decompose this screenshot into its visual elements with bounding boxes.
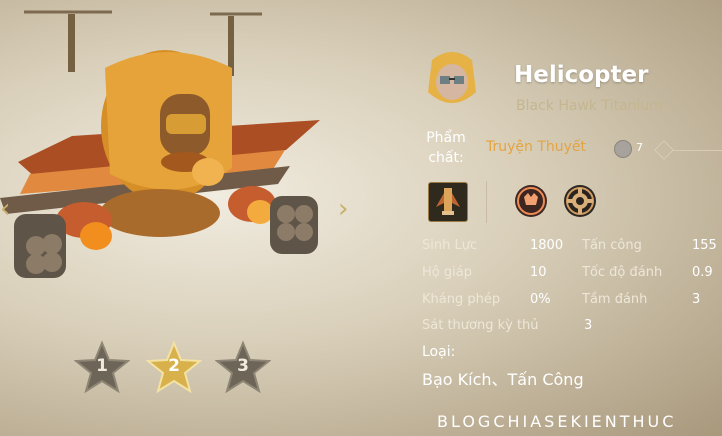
decorative-line (673, 150, 722, 151)
star-label: 3 (237, 356, 249, 376)
quality-count: 7 (636, 141, 643, 154)
type-label: Loại: (422, 344, 456, 360)
stat-label-hp: Sinh Lực (422, 238, 478, 253)
star-level-1[interactable]: 1 (73, 340, 131, 394)
quality-value: Truyện Thuyết (486, 139, 587, 155)
gear-icon (566, 187, 594, 215)
stat-label-range: Tầm đánh (582, 292, 648, 307)
stat-label-attack: Tấn công (582, 238, 642, 253)
stat-label-crit: Sát thương kỳ thủ (422, 318, 539, 333)
fox-icon (517, 187, 545, 215)
stat-value-range: 3 (692, 292, 701, 307)
hero-avatar (424, 48, 480, 112)
star-level-2[interactable]: 2 (145, 340, 203, 394)
skill-divider (486, 181, 487, 223)
quality-label: Phẩm chất: (426, 130, 466, 166)
stat-label-attack-speed: Tốc độ đánh (582, 265, 663, 280)
quality-badge-icon (614, 140, 632, 158)
watermark: BLOGCHIASEKIENTHUC (437, 412, 677, 431)
stat-value-magic-resist: 0% (530, 292, 551, 307)
star-level-3[interactable]: 3 (214, 340, 272, 394)
stat-value-armor: 10 (530, 265, 547, 280)
diamond-icon (654, 140, 674, 160)
helicopter-model-viewer: ‹ › 1 2 3 (0, 0, 400, 436)
stat-label-magic-resist: Kháng phép (422, 292, 501, 307)
chevron-right-icon[interactable]: › (338, 196, 354, 222)
star-label: 1 (96, 356, 108, 376)
stat-value-attack: 155 (692, 238, 717, 253)
missile-skill-icon[interactable] (428, 182, 468, 222)
hero-name: Helicopter (514, 62, 649, 88)
stat-value-crit: 3 (584, 318, 593, 333)
helicopter-model (0, 10, 320, 278)
star-label: 2 (168, 356, 180, 376)
fox-trait-icon[interactable] (515, 185, 547, 217)
chevron-left-icon[interactable]: ‹ (0, 196, 16, 222)
skin-name: Black Hawk Titanium (516, 98, 663, 114)
type-value: Bạo Kích、Tấn Công (422, 370, 584, 389)
gear-trait-icon[interactable] (564, 185, 596, 217)
stat-value-attack-speed: 0.9 (692, 265, 713, 280)
missile-icon (436, 188, 460, 215)
stat-value-hp: 1800 (530, 238, 564, 253)
stat-label-armor: Hộ giáp (422, 265, 472, 280)
